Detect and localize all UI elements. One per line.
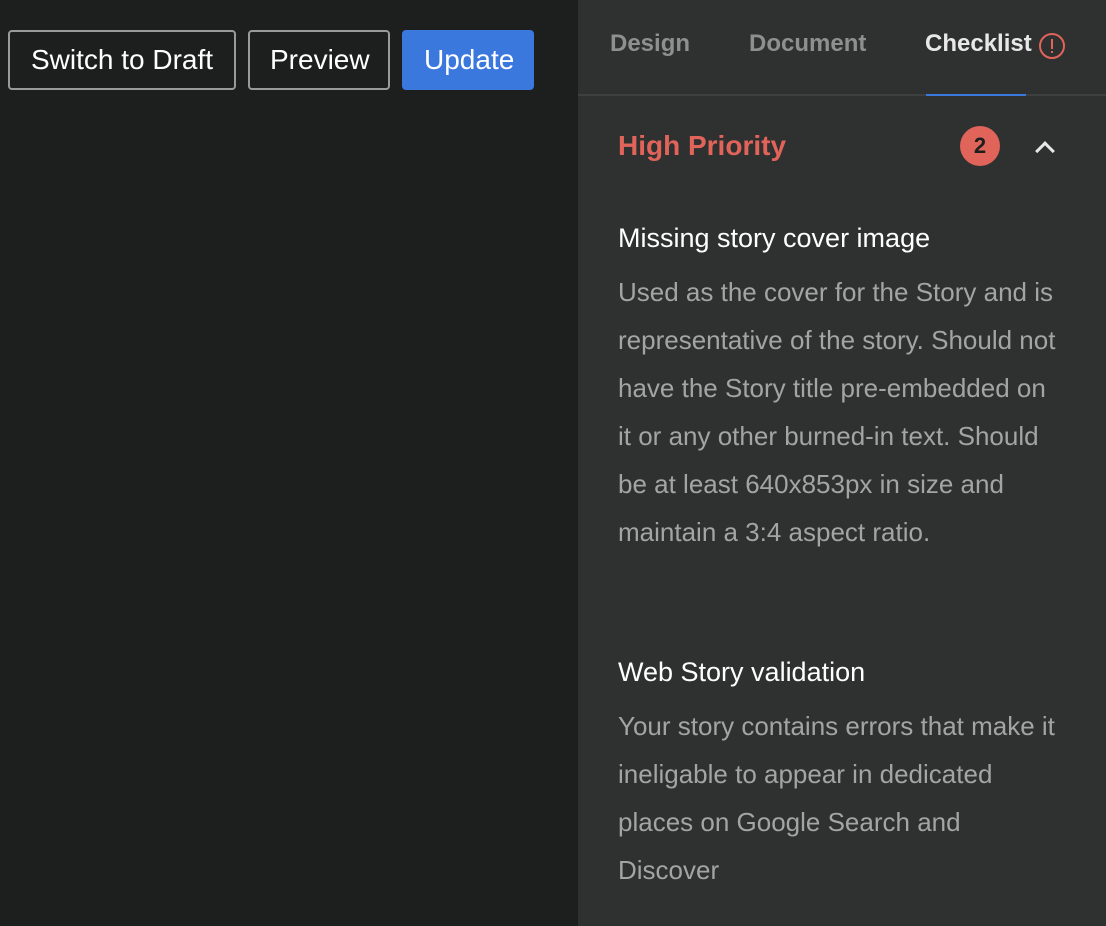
tab-document[interactable]: Document [749, 30, 866, 58]
sidebar-panel: Design Document Checklist High Priority … [578, 0, 1106, 926]
tab-design[interactable]: Design [610, 30, 690, 58]
update-button[interactable]: Update [402, 30, 534, 90]
issue-count-badge: 2 [960, 126, 1000, 166]
high-priority-section-header[interactable]: High Priority 2 [618, 122, 1066, 172]
switch-to-draft-button[interactable]: Switch to Draft [8, 30, 236, 90]
checklist-item-description: Your story contains errors that make it … [618, 711, 1055, 885]
preview-button[interactable]: Preview [248, 30, 390, 90]
checklist-item-title: Missing story cover image [618, 223, 931, 253]
chevron-up-icon[interactable] [1035, 141, 1055, 161]
editor-canvas-area: Switch to Draft Preview Update [0, 0, 578, 926]
sidebar-tabs: Design Document Checklist [578, 0, 1106, 96]
header-toolbar: Switch to Draft Preview Update [8, 30, 534, 90]
active-tab-indicator [926, 94, 1026, 96]
checklist-item: Missing story cover image Used as the co… [618, 220, 1058, 556]
tab-checklist[interactable]: Checklist [925, 30, 1032, 58]
checklist-item-title: Web Story validation [618, 657, 866, 687]
checklist-item-description: Used as the cover for the Story and is r… [618, 277, 1056, 547]
checklist-item: Web Story validation Your story contains… [618, 654, 1058, 894]
section-title: High Priority [618, 130, 787, 161]
alert-circle-icon [1039, 33, 1065, 59]
